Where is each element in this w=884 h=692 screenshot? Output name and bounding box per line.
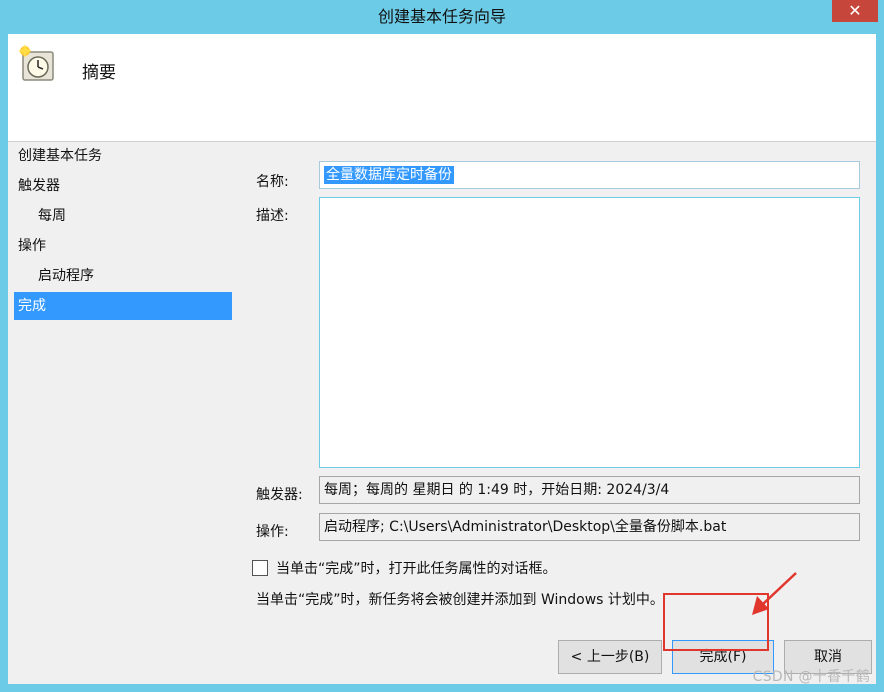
description-textarea[interactable]	[319, 197, 860, 468]
action-summary-field: 启动程序; C:\Users\Administrator\Desktop\全量备…	[319, 513, 860, 541]
wizard-client-area: 摘要 创建基本任务 触发器 每周 操作 启动程序 完成 名称: 全量数据库定时备…	[8, 34, 876, 684]
wizard-steps-panel: 创建基本任务 触发器 每周 操作 启动程序 完成	[8, 142, 240, 684]
step-create-basic-task[interactable]: 创建基本任务	[14, 142, 232, 170]
name-input[interactable]: 全量数据库定时备份	[319, 161, 860, 189]
watermark: CSDN @十香千鹤	[752, 669, 870, 685]
close-icon: ✕	[848, 1, 862, 20]
open-properties-label[interactable]: 当单击“完成”时，打开此任务属性的对话框。	[276, 558, 557, 578]
action-label: 操作:	[256, 524, 289, 540]
step-action[interactable]: 操作	[14, 232, 232, 260]
wizard-window: 创建基本任务向导 ✕ 摘要 创建基本任务 触发器 每周 操作 启动程序 完成 名…	[0, 0, 884, 692]
step-weekly[interactable]: 每周	[14, 202, 232, 230]
wizard-header: 摘要	[8, 34, 876, 142]
open-properties-checkbox[interactable]	[252, 560, 268, 576]
annotation-highlight-rect	[663, 593, 769, 651]
step-start-program[interactable]: 启动程序	[14, 262, 232, 290]
close-button[interactable]: ✕	[832, 0, 878, 22]
trigger-summary-field: 每周；每周的 星期日 的 1:49 时，开始日期: 2024/3/4	[319, 476, 860, 504]
back-button[interactable]: < 上一步(B)	[558, 640, 662, 674]
scheduled-task-clock-icon	[18, 44, 54, 81]
trigger-label: 触发器:	[256, 487, 303, 503]
title-bar[interactable]: 创建基本任务向导 ✕	[0, 0, 884, 34]
description-label: 描述:	[256, 208, 289, 224]
step-finish[interactable]: 完成	[14, 292, 232, 320]
window-title: 创建基本任务向导	[377, 7, 506, 26]
page-title: 摘要	[82, 63, 116, 83]
name-input-value: 全量数据库定时备份	[324, 166, 454, 184]
finish-info-text: 当单击“完成”时，新任务将会被创建并添加到 Windows 计划中。	[256, 592, 664, 608]
step-trigger[interactable]: 触发器	[14, 172, 232, 200]
name-label: 名称:	[256, 174, 289, 190]
